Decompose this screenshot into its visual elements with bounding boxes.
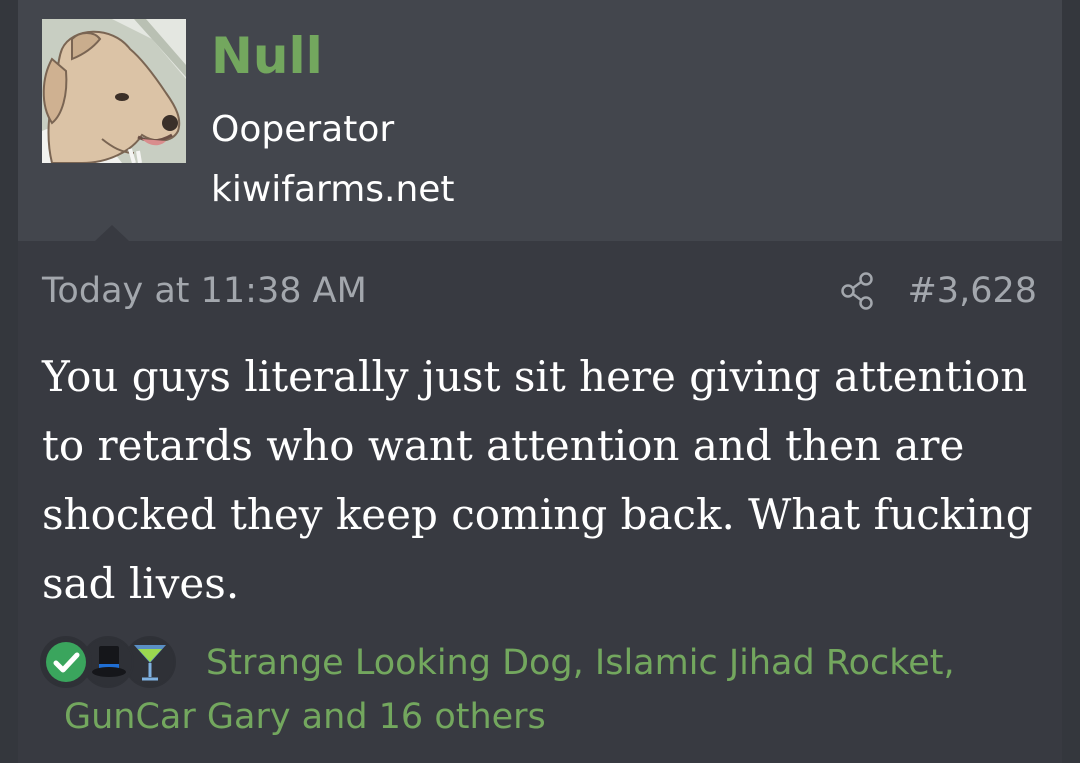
username[interactable]: Null [211, 24, 323, 88]
forum-post: Null Ooperator kiwifarms.net Today at 11… [18, 0, 1062, 763]
user-block-pointer [95, 225, 129, 241]
dog-avatar-icon [42, 19, 186, 163]
post-number[interactable]: #3,628 [907, 268, 1037, 314]
user-site: kiwifarms.net [211, 169, 455, 210]
reaction-icons[interactable] [40, 636, 180, 692]
user-avatar[interactable] [42, 19, 186, 163]
post-timestamp[interactable]: Today at 11:38 AM [42, 268, 367, 314]
post-message: You guys literally just sit here giving … [42, 352, 1033, 608]
user-info-block: Null Ooperator kiwifarms.net [18, 0, 1062, 241]
share-icon[interactable] [840, 272, 876, 310]
user-title: Ooperator [211, 109, 395, 150]
check-icon [40, 636, 92, 688]
reaction-users-link[interactable]: Strange Looking Dog, Islamic Jihad Rocke… [64, 636, 1064, 744]
